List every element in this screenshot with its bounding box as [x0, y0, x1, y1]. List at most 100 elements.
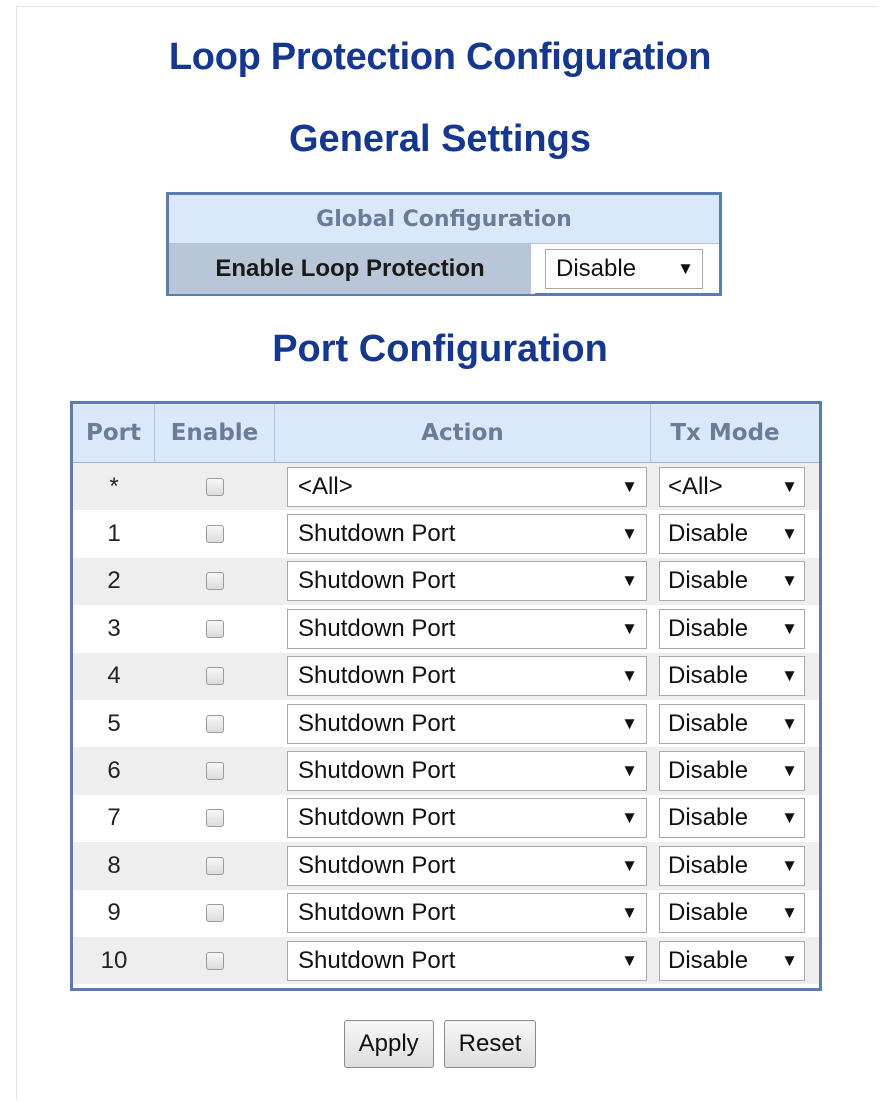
action-value: Shutdown Port — [298, 804, 456, 832]
enable-cell — [155, 619, 275, 638]
action-select[interactable]: Shutdown Port ▼ — [287, 608, 647, 649]
tx-mode-cell: Disable ▼ — [651, 608, 805, 649]
enable-loop-protection-value: Disable — [556, 255, 637, 282]
port-cell: 8 — [107, 851, 121, 879]
dropdown-arrow-icon: ▼ — [621, 903, 638, 923]
dropdown-arrow-icon: ▼ — [621, 571, 638, 591]
action-value: Shutdown Port — [298, 709, 456, 737]
enable-checkbox[interactable] — [206, 619, 224, 638]
table-row: 1 Shutdown Port ▼ Disable ▼ — [73, 510, 819, 557]
dropdown-arrow-icon: ▼ — [781, 524, 798, 544]
action-select[interactable]: Shutdown Port ▼ — [287, 798, 647, 839]
table-row: 6 Shutdown Port ▼ Disable ▼ — [73, 747, 819, 795]
action-value: Shutdown Port — [298, 851, 456, 879]
enable-cell — [155, 904, 275, 923]
apply-button[interactable]: Apply — [343, 1020, 434, 1068]
tx-mode-value: Disable — [668, 804, 749, 832]
action-select[interactable]: Shutdown Port ▼ — [287, 561, 647, 602]
port-cell: 3 — [107, 614, 121, 642]
enable-checkbox[interactable] — [206, 809, 224, 828]
port-cell: 2 — [107, 567, 121, 595]
enable-loop-protection-select[interactable]: Disable ▼ — [545, 249, 703, 289]
dropdown-arrow-icon: ▼ — [621, 666, 638, 686]
dropdown-arrow-icon: ▼ — [781, 571, 798, 591]
action-select[interactable]: Shutdown Port ▼ — [287, 845, 647, 886]
table-row: 8 Shutdown Port ▼ Disable ▼ — [73, 842, 819, 890]
tx-mode-select[interactable]: <All> ▼ — [659, 466, 805, 507]
dropdown-arrow-icon: ▼ — [781, 903, 798, 923]
tx-mode-cell: <All> ▼ — [651, 466, 805, 507]
dropdown-arrow-icon: ▼ — [781, 761, 798, 781]
port-configuration-title: Port Configuration — [272, 328, 608, 370]
enable-checkbox[interactable] — [206, 762, 224, 781]
action-cell: Shutdown Port ▼ — [275, 845, 651, 886]
dropdown-arrow-icon: ▼ — [677, 259, 694, 278]
enable-cell — [155, 809, 275, 828]
table-row: * <All> ▼ <All> ▼ — [73, 463, 819, 511]
tx-mode-select[interactable]: Disable ▼ — [659, 656, 805, 697]
enable-checkbox[interactable] — [206, 856, 224, 875]
tx-mode-select[interactable]: Disable ▼ — [659, 798, 805, 839]
action-select[interactable]: Shutdown Port ▼ — [287, 751, 647, 792]
action-value: Shutdown Port — [298, 614, 456, 642]
action-select[interactable]: Shutdown Port ▼ — [287, 656, 647, 697]
enable-checkbox[interactable] — [206, 477, 224, 496]
dropdown-arrow-icon: ▼ — [621, 855, 638, 875]
action-select[interactable]: Shutdown Port ▼ — [287, 703, 647, 744]
global-configuration-table: Global Configuration Enable Loop Protect… — [166, 192, 722, 296]
table-row: 3 Shutdown Port ▼ Disable ▼ — [73, 605, 819, 652]
tx-mode-cell: Disable ▼ — [651, 893, 805, 934]
enable-cell — [155, 477, 275, 496]
tx-mode-select[interactable]: Disable ▼ — [659, 703, 805, 744]
global-configuration-header: Global Configuration — [169, 195, 719, 244]
enable-loop-protection-label: Enable Loop Protection — [169, 244, 535, 294]
dropdown-arrow-icon: ▼ — [621, 713, 638, 733]
action-select[interactable]: Shutdown Port ▼ — [287, 514, 647, 555]
action-cell: Shutdown Port ▼ — [275, 703, 651, 744]
dropdown-arrow-icon: ▼ — [621, 476, 638, 496]
enable-checkbox[interactable] — [206, 525, 224, 544]
port-cell: 9 — [107, 899, 121, 927]
tx-mode-cell: Disable ▼ — [651, 514, 805, 555]
action-value: Shutdown Port — [298, 520, 456, 548]
dropdown-arrow-icon: ▼ — [621, 808, 638, 828]
enable-cell — [155, 714, 275, 733]
tx-mode-value: Disable — [668, 614, 749, 642]
tx-mode-value: Disable — [668, 946, 749, 974]
port-configuration-table: Port Enable Action Tx Mode * <All> ▼ <All> ▼… — [70, 401, 822, 991]
action-cell: Shutdown Port ▼ — [275, 514, 651, 555]
tx-mode-value: Disable — [668, 662, 749, 690]
enable-cell — [155, 856, 275, 875]
enable-loop-protection-cell: Disable ▼ — [535, 244, 719, 294]
tx-mode-select[interactable]: Disable ▼ — [659, 845, 805, 886]
action-select[interactable]: Shutdown Port ▼ — [287, 940, 647, 981]
enable-loop-protection-row: Enable Loop Protection Disable ▼ — [169, 244, 719, 294]
enable-checkbox[interactable] — [206, 572, 224, 591]
enable-checkbox[interactable] — [206, 951, 224, 970]
reset-button[interactable]: Reset — [443, 1020, 537, 1068]
action-cell: Shutdown Port ▼ — [275, 940, 651, 981]
tx-mode-select[interactable]: Disable ▼ — [659, 893, 805, 934]
tx-mode-select[interactable]: Disable ▼ — [659, 940, 805, 981]
table-body: * <All> ▼ <All> ▼ 1 Shutdown Port ▼ Disable ▼ 2 Shu… — [73, 463, 819, 985]
enable-checkbox[interactable] — [206, 667, 224, 686]
enable-checkbox[interactable] — [206, 714, 224, 733]
tx-mode-select[interactable]: Disable ▼ — [659, 608, 805, 649]
enable-cell — [155, 951, 275, 970]
port-cell: * — [109, 472, 119, 500]
table-row: 10 Shutdown Port ▼ Disable ▼ — [73, 936, 819, 985]
tx-mode-value: Disable — [668, 520, 749, 548]
tx-mode-value: Disable — [668, 757, 749, 785]
action-select[interactable]: <All> ▼ — [287, 466, 647, 507]
tx-mode-value: Disable — [668, 709, 749, 737]
table-row: 4 Shutdown Port ▼ Disable ▼ — [73, 652, 819, 700]
action-cell: Shutdown Port ▼ — [275, 608, 651, 649]
tx-mode-select[interactable]: Disable ▼ — [659, 514, 805, 555]
table-row: 2 Shutdown Port ▼ Disable ▼ — [73, 557, 819, 606]
enable-checkbox[interactable] — [206, 904, 224, 923]
tx-mode-select[interactable]: Disable ▼ — [659, 561, 805, 602]
tx-mode-value: Disable — [668, 851, 749, 879]
port-cell: 7 — [107, 804, 121, 832]
tx-mode-select[interactable]: Disable ▼ — [659, 751, 805, 792]
action-select[interactable]: Shutdown Port ▼ — [287, 893, 647, 934]
